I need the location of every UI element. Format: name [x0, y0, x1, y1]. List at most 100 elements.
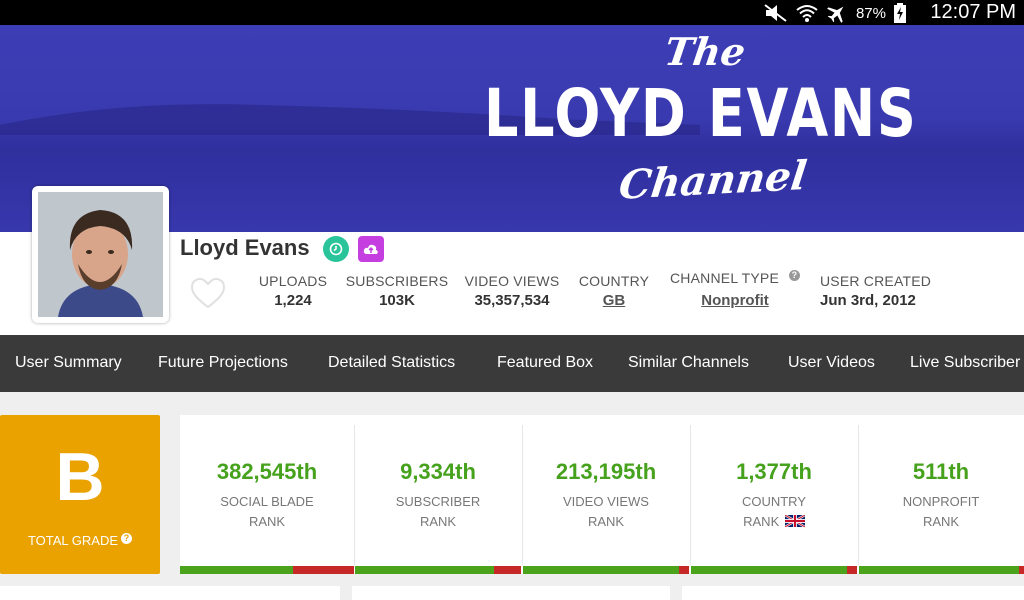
airplane-icon [826, 3, 848, 23]
uk-flag-icon [784, 513, 806, 529]
banner-logo-channel: Channel [616, 152, 810, 209]
bottom-card [352, 586, 670, 600]
rank-value: 511th [912, 459, 970, 484]
bar-fill [523, 566, 680, 574]
stat-subscribers: SUBSCRIBERS 103K [345, 273, 449, 309]
banner-logo-the: The [661, 29, 749, 74]
rank-value: 1,377th [736, 459, 812, 484]
rank-progress-bar [859, 566, 1024, 574]
rank-progress-bar [691, 566, 857, 574]
stat-channel-type: CHANNEL TYPE? Nonprofit [668, 270, 802, 309]
divider [858, 425, 859, 565]
stat-label-row: CHANNEL TYPE? [668, 270, 802, 286]
bar-remainder [679, 566, 689, 574]
stat-video-views: VIDEO VIEWS 35,357,534 [463, 273, 561, 309]
bar-remainder [494, 566, 521, 574]
rank-label-line: VIDEO VIEWS [563, 494, 649, 509]
bar-fill [355, 566, 495, 574]
rank-progress-bar [523, 566, 689, 574]
rank-nonprofit: 511th NONPROFIT RANK [858, 425, 1024, 565]
rank-value: 9,334th [400, 459, 476, 484]
stat-label: SUBSCRIBERS [345, 273, 449, 289]
tab-detailed-statistics[interactable]: Detailed Statistics [328, 354, 455, 372]
rank-label-line: RANK [587, 514, 625, 529]
rank-label: NONPROFIT RANK [858, 492, 1024, 532]
divider [354, 425, 355, 565]
status-icons: 87% [764, 2, 906, 24]
rank-value: 213,195th [555, 459, 657, 484]
stat-label: UPLOADS [258, 273, 328, 289]
rank-country: 1,377th COUNTRY RANK [690, 425, 858, 565]
stat-label: USER CREATED [820, 273, 932, 289]
section-nav: User Summary Future Projections Detailed… [0, 335, 1024, 392]
battery-icon [894, 3, 906, 23]
tab-featured-box[interactable]: Featured Box [497, 354, 593, 372]
rank-label-line: COUNTRY [741, 494, 807, 509]
help-icon[interactable]: ? [121, 533, 133, 544]
stat-user-created: USER CREATED Jun 3rd, 2012 [820, 273, 932, 309]
bar-fill [859, 566, 1020, 574]
stat-uploads: UPLOADS 1,224 [257, 273, 329, 309]
clock: 12:07 PM [930, 1, 1016, 23]
banner-logo-name: LLOYD EVANS [484, 75, 918, 152]
country-link[interactable]: GB [577, 292, 651, 309]
rank-progress-bar [355, 566, 521, 574]
tab-user-summary[interactable]: User Summary [15, 354, 122, 372]
rank-value: 382,545th [216, 459, 318, 484]
stat-value: 1,224 [274, 292, 312, 309]
stat-country: COUNTRY GB [577, 273, 651, 309]
stat-label: VIDEO VIEWS [464, 273, 560, 289]
battery-percent: 87% [855, 4, 886, 22]
status-bar: 87% 12:07 PM [0, 0, 1024, 25]
rank-label: SUBSCRIBER RANK [354, 492, 522, 532]
channel-type-link[interactable]: Nonprofit [668, 292, 802, 309]
tab-similar-channels[interactable]: Similar Channels [628, 354, 749, 372]
rank-social-blade: 382,545th SOCIAL BLADE RANK [180, 425, 354, 565]
bar-fill [691, 566, 848, 574]
rank-label: SOCIAL BLADE RANK [180, 492, 354, 532]
bar-remainder [1019, 566, 1024, 574]
rank-subscriber: 9,334th SUBSCRIBER RANK [354, 425, 522, 565]
grade-label: TOTAL GRADE [27, 533, 119, 548]
bottom-card [0, 586, 340, 600]
favorite-heart-icon[interactable] [190, 277, 226, 315]
avatar-image [38, 192, 163, 317]
rank-label: VIDEO VIEWS RANK [522, 492, 690, 532]
rank-label-line: RANK [248, 514, 286, 529]
rank-label-line: NONPROFIT [902, 494, 980, 509]
divider [690, 425, 691, 565]
rank-label-line: SUBSCRIBER [395, 494, 481, 509]
stat-value: 103K [379, 292, 415, 309]
clock-badge-icon[interactable] [323, 236, 349, 262]
grade-label-row: TOTAL GRADE? [0, 533, 160, 548]
help-icon[interactable]: ? [789, 270, 800, 281]
mute-icon [764, 4, 788, 22]
divider [522, 425, 523, 565]
rank-label: COUNTRY RANK [690, 492, 858, 532]
rank-label-line: RANK [419, 514, 457, 529]
rank-label-text: RANK [743, 514, 780, 529]
bar-remainder [293, 566, 354, 574]
bottom-card [682, 586, 1024, 600]
rank-progress-bar [180, 566, 354, 574]
rank-video-views: 213,195th VIDEO VIEWS RANK [522, 425, 690, 565]
rank-label-line: SOCIAL BLADE [220, 494, 314, 509]
grade-letter: B [55, 439, 105, 515]
stat-value: Jun 3rd, 2012 [820, 292, 916, 309]
stat-label: CHANNEL TYPE [670, 270, 779, 286]
stat-value: 35,357,534 [474, 292, 550, 309]
tab-future-projections[interactable]: Future Projections [158, 354, 288, 372]
channel-name: Lloyd Evans [180, 235, 310, 260]
tab-user-videos[interactable]: User Videos [788, 354, 875, 372]
total-grade-card: B TOTAL GRADE? [0, 415, 160, 574]
upload-badge-icon[interactable] [358, 236, 384, 262]
avatar[interactable] [32, 186, 169, 323]
bar-fill [180, 566, 294, 574]
wifi-icon [796, 4, 818, 22]
tab-live-subscriber[interactable]: Live Subscriber [910, 354, 1020, 372]
rank-label-line: RANK [922, 514, 960, 529]
rank-cards: 382,545th SOCIAL BLADE RANK 9,334th SUBSC… [180, 415, 1024, 574]
bar-remainder [847, 566, 857, 574]
stat-label: COUNTRY [578, 273, 650, 289]
rank-label-line: RANK [690, 512, 858, 532]
